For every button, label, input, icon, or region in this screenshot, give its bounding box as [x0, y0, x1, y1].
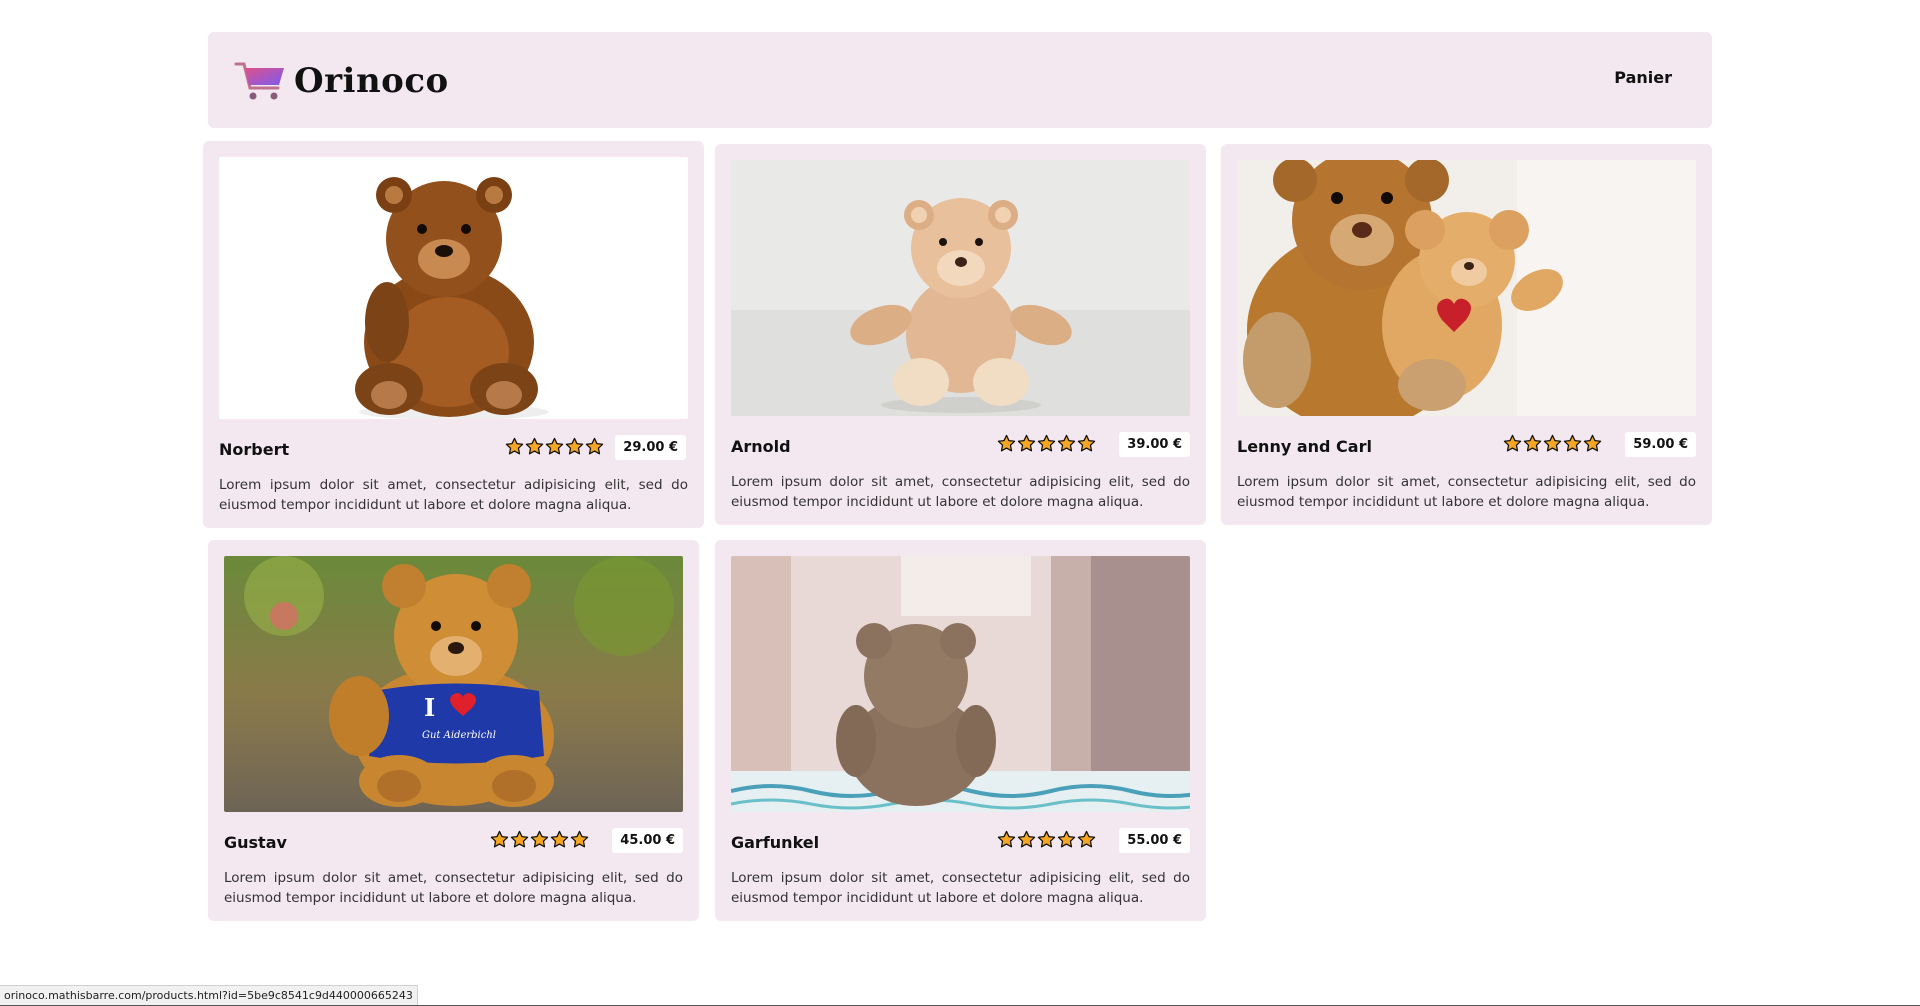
- star-icon: [1057, 830, 1076, 848]
- logo[interactable]: Orinoco: [234, 58, 449, 104]
- star-icon: [997, 434, 1016, 452]
- product-image[interactable]: [1237, 160, 1696, 416]
- product-card-lenny-and-carl[interactable]: Lenny and Carl 59.00 € Lorem ipsum dolor…: [1221, 144, 1712, 525]
- product-description: Lorem ipsum dolor sit amet, consectetur …: [731, 474, 1190, 510]
- product-image[interactable]: I Gut Aiderbichl: [224, 556, 683, 812]
- product-card-norbert[interactable]: Norbert 29.00 € Lorem ipsum dolor sit am…: [203, 141, 704, 528]
- shopping-cart-icon: [234, 62, 284, 100]
- star-icon: [525, 437, 544, 455]
- svg-text:Gut Aiderbichl: Gut Aiderbichl: [422, 730, 496, 741]
- logo-text: Orinoco: [294, 61, 449, 101]
- rating-stars: [505, 437, 604, 456]
- product-price: 55.00 €: [1119, 828, 1190, 853]
- rating-stars: [997, 434, 1096, 453]
- product-image[interactable]: [219, 157, 688, 419]
- svg-text:I: I: [424, 693, 435, 722]
- star-icon: [1583, 434, 1602, 452]
- star-icon: [1057, 434, 1076, 452]
- star-icon: [530, 830, 549, 848]
- star-icon: [1017, 830, 1036, 848]
- product-description: Lorem ipsum dolor sit amet, consectetur …: [1237, 474, 1696, 510]
- star-icon: [505, 437, 524, 455]
- rating-stars: [1503, 434, 1602, 453]
- product-price: 45.00 €: [612, 828, 683, 853]
- cart-link[interactable]: Panier: [1614, 68, 1672, 87]
- browser-status-bar: orinoco.mathisbarre.com/products.html?id…: [0, 985, 418, 1006]
- product-name: Gustav: [224, 833, 287, 852]
- product-name: Lenny and Carl: [1237, 437, 1372, 456]
- star-icon: [570, 830, 589, 848]
- rating-stars: [997, 830, 1096, 849]
- star-icon: [1037, 830, 1056, 848]
- star-icon: [1563, 434, 1582, 452]
- star-icon: [1077, 830, 1096, 848]
- product-price: 59.00 €: [1625, 432, 1696, 457]
- star-icon: [550, 830, 569, 848]
- star-icon: [1543, 434, 1562, 452]
- product-name: Arnold: [731, 437, 791, 456]
- product-name: Garfunkel: [731, 833, 820, 852]
- site-header: Orinoco Panier: [208, 32, 1712, 128]
- star-icon: [1503, 434, 1522, 452]
- star-icon: [545, 437, 564, 455]
- product-image[interactable]: [731, 556, 1190, 812]
- star-icon: [1037, 434, 1056, 452]
- product-card-gustav[interactable]: I Gut Aiderbichl Gustav 45.00 € Lorem ip…: [208, 540, 699, 921]
- product-name: Norbert: [219, 440, 290, 459]
- star-icon: [1523, 434, 1542, 452]
- product-description: Lorem ipsum dolor sit amet, consectetur …: [731, 870, 1190, 906]
- product-card-arnold[interactable]: Arnold 39.00 € Lorem ipsum dolor sit ame…: [715, 144, 1206, 525]
- product-description: Lorem ipsum dolor sit amet, consectetur …: [219, 477, 688, 513]
- product-price: 29.00 €: [615, 435, 686, 460]
- star-icon: [510, 830, 529, 848]
- rating-stars: [490, 830, 589, 849]
- star-icon: [1077, 434, 1096, 452]
- star-icon: [585, 437, 604, 455]
- star-icon: [997, 830, 1016, 848]
- product-card-garfunkel[interactable]: Garfunkel 55.00 € Lorem ipsum dolor sit …: [715, 540, 1206, 921]
- star-icon: [490, 830, 509, 848]
- product-description: Lorem ipsum dolor sit amet, consectetur …: [224, 870, 683, 906]
- product-image[interactable]: [731, 160, 1190, 416]
- star-icon: [1017, 434, 1036, 452]
- star-icon: [565, 437, 584, 455]
- product-price: 39.00 €: [1119, 432, 1190, 457]
